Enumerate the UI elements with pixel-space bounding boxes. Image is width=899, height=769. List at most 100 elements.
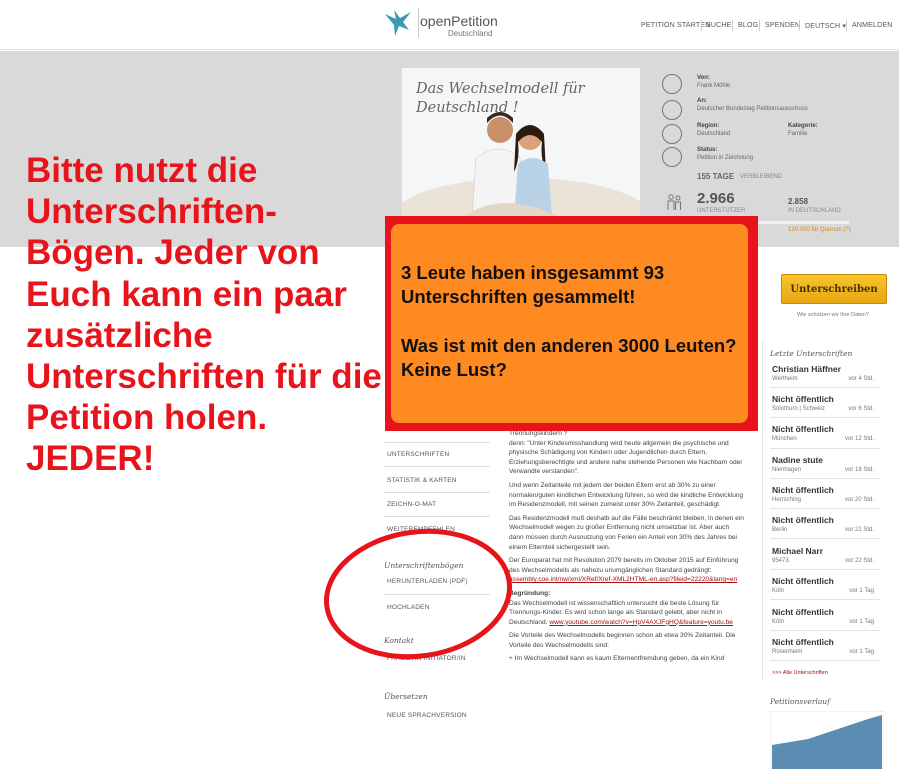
petition-image-title: Das Wechselmodell für Deutschland ! <box>416 81 585 116</box>
signer-divider <box>770 508 880 509</box>
unterschreiben-button[interactable]: Unterschreiben <box>781 274 887 304</box>
status-value: Petition in Zeichnung <box>697 155 754 161</box>
person-icon <box>662 74 682 94</box>
signer-divider <box>770 417 880 418</box>
quorum-target: 120.000 für Quorum (?) <box>788 227 851 233</box>
petition-image: Das Wechselmodell für Deutschland ! <box>401 67 641 217</box>
nav-separator <box>701 20 702 31</box>
signer-divider <box>770 630 880 631</box>
signer-divider <box>770 387 880 388</box>
signer-time: vor 20 Std. <box>844 497 874 503</box>
sidebar-item-sprachversion[interactable]: NEUE SPRACHVERSION <box>387 712 467 719</box>
supporters-label: UNTERSTÜTZER <box>697 208 746 214</box>
supporters-count: 2.966 <box>697 190 735 207</box>
signer-divider <box>770 599 880 600</box>
signer-name: Nadine stute <box>772 455 824 465</box>
nav-separator <box>799 20 800 31</box>
sidebar-divider <box>384 492 490 493</box>
sidebar-divider <box>384 516 490 517</box>
article-paragraph: Das Residenzmodell muß deshalb auf die F… <box>509 514 744 551</box>
germany-count: 2.858 <box>788 197 809 206</box>
signer-place: Berlin <box>772 527 788 533</box>
von-value[interactable]: Frank Möhle <box>697 83 730 89</box>
signer-name: Christian Häffner <box>772 364 841 374</box>
article-fragment: denn: "Unter Kindesmisshandlung wird heu… <box>509 439 743 476</box>
signer-name: Nicht öffentlich <box>772 394 834 404</box>
signer-time: vor 1 Tag <box>849 619 874 625</box>
sidebar-item-unterschriften[interactable]: UNTERSCHRIFTEN <box>387 451 449 458</box>
data-protection-link[interactable]: Wie schützen wir Ihre Daten? <box>797 312 869 318</box>
callout-line-1: 3 Leute haben insgesammt 93 Unterschrift… <box>401 262 665 308</box>
callout-text: 3 Leute haben insgesammt 93 Unterschrift… <box>401 261 751 382</box>
sidebar-divider <box>384 442 490 443</box>
article-fragment: Trennungskindern ? <box>509 430 568 437</box>
article-paragraph: Der Europarat hat mit Resolution 2079 be… <box>509 556 744 585</box>
signer-divider <box>770 569 880 570</box>
von-label: Von: <box>697 75 710 81</box>
signer-place: Nienhagen <box>772 467 802 473</box>
nav-language-dropdown[interactable]: DEUTSCH ▾ <box>805 22 846 30</box>
logo-subtitle: Deutschland <box>448 29 493 38</box>
top-navigation-bar: openPetition Deutschland PETITION STARTE… <box>0 0 899 50</box>
an-label: An: <box>697 98 707 104</box>
red-highlight-ellipse <box>323 528 513 660</box>
region-label: Region: <box>697 123 720 129</box>
signer-time: vor 1 Tag <box>849 649 874 655</box>
logo-separator <box>418 8 419 38</box>
petition-text: Trennungskindern ? denn: "Unter Kindesmis… <box>509 429 744 668</box>
signer-divider <box>770 660 880 661</box>
sidebar-item-statistik[interactable]: STATISTIK & KARTEN <box>387 477 457 484</box>
latest-signatures-title: Letzte Unterschriften <box>770 349 853 358</box>
germany-label: IN DEUTSCHLAND <box>788 208 841 214</box>
signer-place: Rosenheim <box>772 649 803 655</box>
signer-time: vor 1 Tag <box>849 588 874 594</box>
logo-name[interactable]: openPetition <box>420 14 498 28</box>
nav-anmelden[interactable]: ANMELDEN <box>852 22 893 29</box>
petition-progress-chart <box>770 711 884 769</box>
article-paragraph: Die Vorteile des Wechselmodells beginnen… <box>509 632 736 649</box>
signer-time: vor 21 Std. <box>844 527 874 533</box>
signer-place: 95473 <box>772 558 789 564</box>
latest-signatures-panel <box>762 340 896 680</box>
signer-name: Nicht öffentlich <box>772 485 834 495</box>
callout-spacer <box>401 310 751 334</box>
signer-place: Köln <box>772 619 785 625</box>
signer-place: München <box>772 436 797 442</box>
sidebar-item-zeichnomat[interactable]: ZEICHN-O-MAT <box>387 501 436 508</box>
openpetition-bird-logo-icon[interactable] <box>383 8 413 38</box>
youtube-link[interactable]: www.youtube.com/watch?v=HpV4AXJFgHQ&feat… <box>549 619 733 626</box>
article-fragment: Der Europarat hat mit Resolution 2079 be… <box>509 557 739 574</box>
clock-status-icon <box>662 147 682 167</box>
target-icon <box>662 100 682 120</box>
signer-time: vor 12 Std. <box>844 436 874 442</box>
nav-spenden[interactable]: SPENDEN <box>765 22 800 29</box>
sidebar-heading-uebersetzen: Übersetzen <box>384 692 428 701</box>
article-paragraph: + Im Wechselmodell kann es kaum Elternen… <box>509 655 725 663</box>
kategorie-label: Kategorie: <box>788 123 818 129</box>
petition-progress-title: Petitionsverlauf <box>770 697 830 706</box>
article-paragraph: Begründung: Das Wechselmodell ist wissens… <box>509 589 744 627</box>
signer-name: Nicht öffentlich <box>772 515 834 525</box>
signer-place: Herrsching <box>772 497 802 503</box>
signer-divider <box>770 448 880 449</box>
signer-name: Nicht öffentlich <box>772 607 834 617</box>
all-signatures-link[interactable]: >>> Alle Unterschriften <box>772 670 828 676</box>
globe-icon <box>662 124 682 144</box>
signer-name: Nicht öffentlich <box>772 637 834 647</box>
signer-divider <box>770 538 880 539</box>
sidebar-divider <box>384 466 490 467</box>
nav-blog[interactable]: BLOG <box>738 22 758 29</box>
an-value: Deutscher Bundestag Petitionsausschuss <box>697 106 808 112</box>
signer-time: vor 18 Std. <box>844 467 874 473</box>
nav-suche[interactable]: SUCHE <box>706 22 732 29</box>
overlay-appeal-text: Bitte nutzt die Unterschriften-Bögen. Je… <box>26 151 382 479</box>
region-value[interactable]: Deutschland <box>697 131 730 137</box>
article-paragraph: Und wenn Zeitanteile mit jedem der beide… <box>509 481 744 509</box>
signer-divider <box>770 478 880 479</box>
kategorie-value[interactable]: Familie <box>788 131 807 137</box>
status-label: Status: <box>697 147 718 153</box>
days-remaining-label: VERBLEIBEND <box>740 174 783 180</box>
europarat-link[interactable]: assembly.coe.int/nw/xml/XRef/Xref-XML2HT… <box>509 576 737 583</box>
article-paragraph: Trennungskindern ? denn: "Unter Kindesmis… <box>509 429 744 477</box>
signer-time: vor 6 Std. <box>848 406 874 412</box>
